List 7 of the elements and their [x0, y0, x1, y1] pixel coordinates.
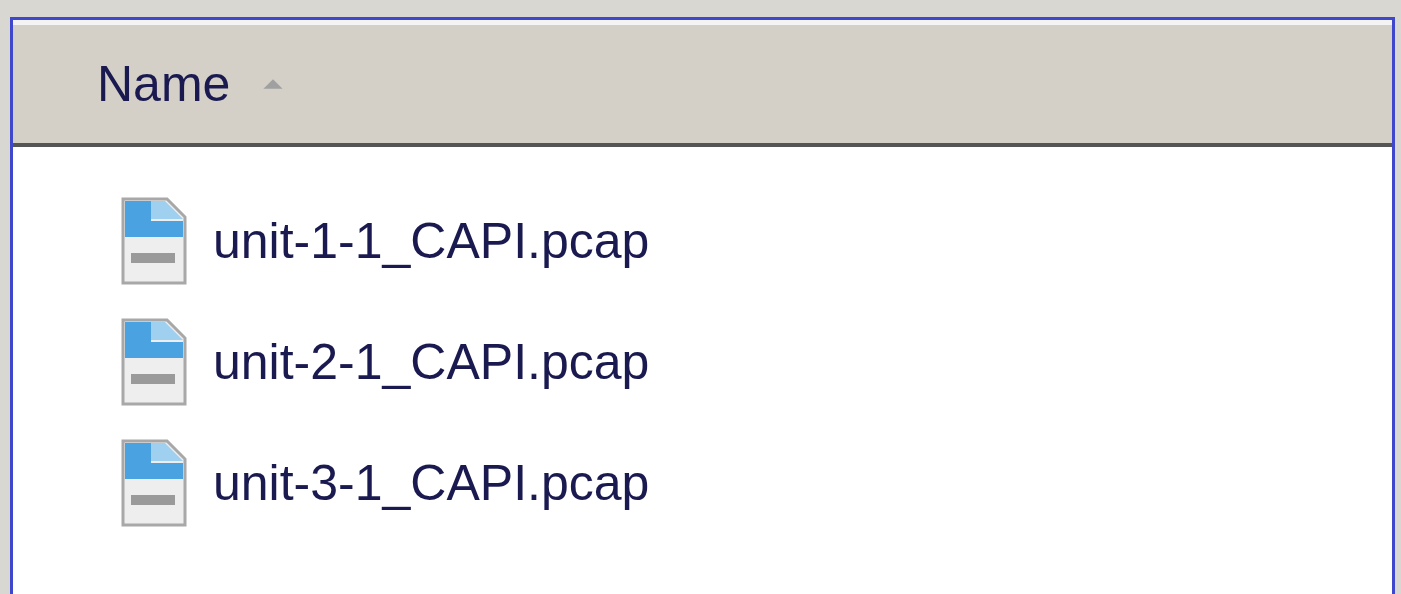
file-icon [121, 318, 187, 406]
file-icon [121, 439, 187, 527]
file-name[interactable]: unit-2-1_CAPI.pcap [213, 337, 650, 387]
file-icon [121, 197, 187, 285]
column-header[interactable]: Name [97, 59, 287, 109]
file-name[interactable]: unit-1-1_CAPI.pcap [213, 216, 650, 266]
file-name[interactable]: unit-3-1_CAPI.pcap [213, 458, 650, 508]
